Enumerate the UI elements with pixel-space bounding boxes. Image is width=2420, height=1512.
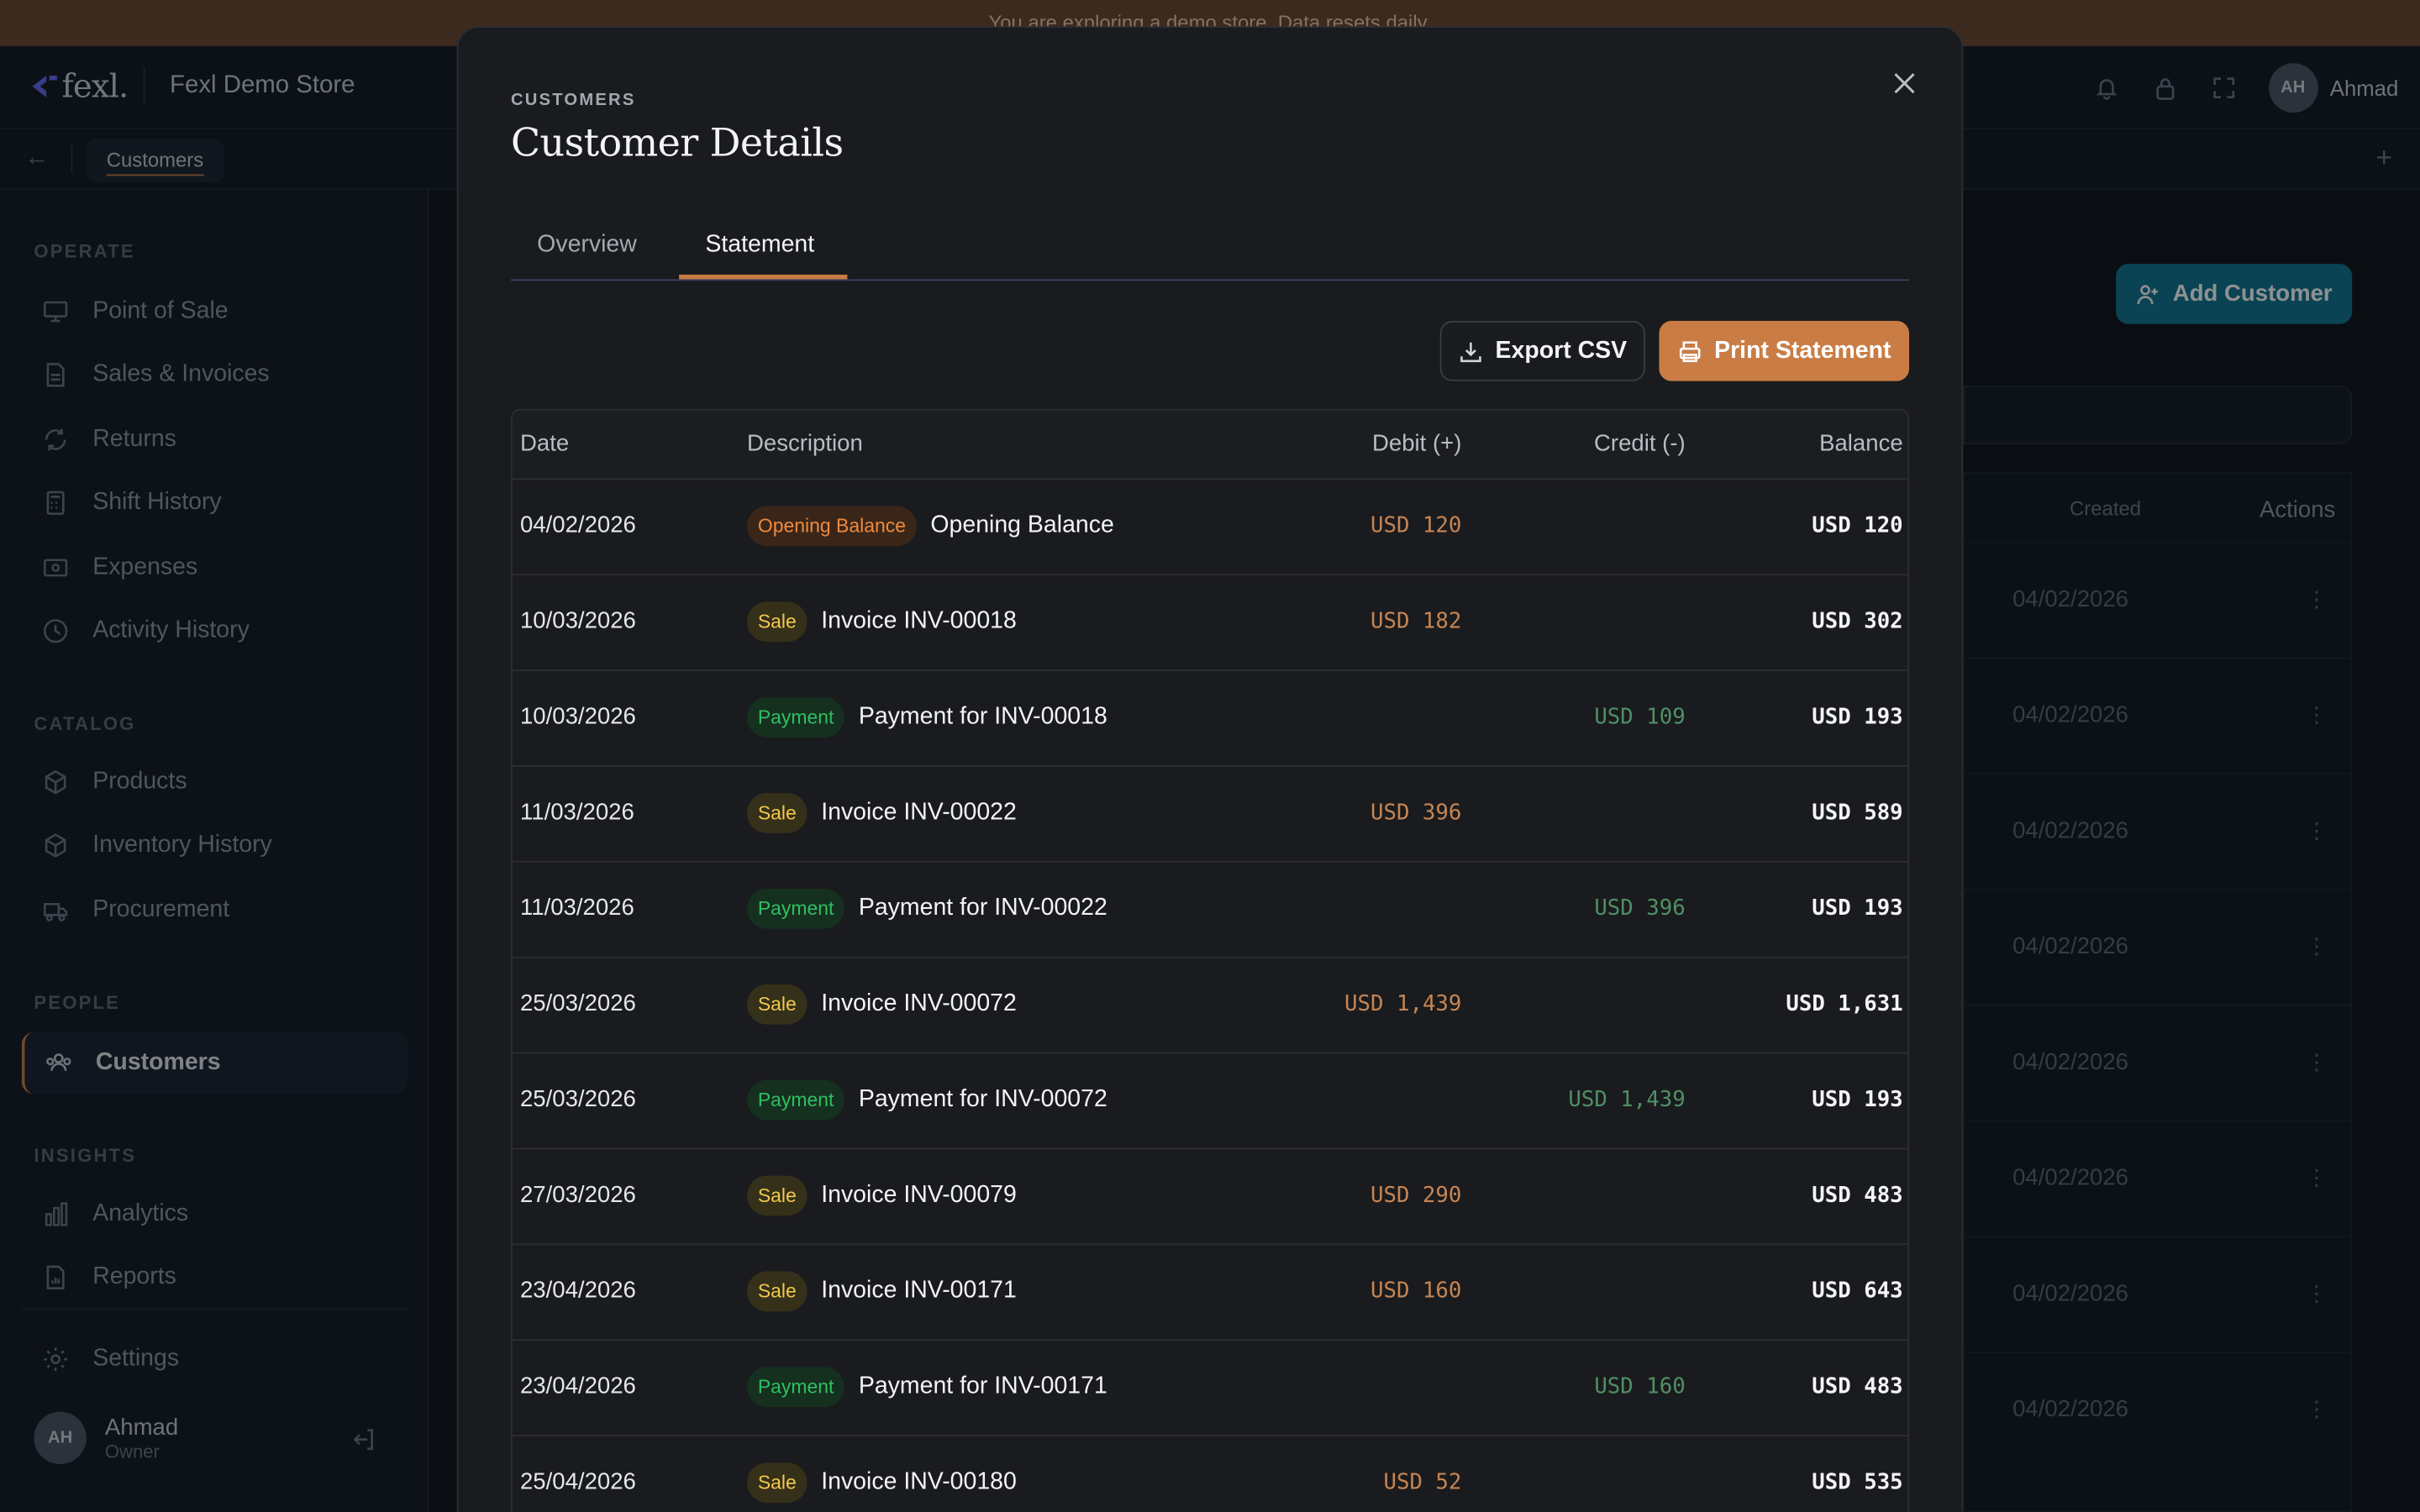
row-balance: USD 120 xyxy=(1812,513,1903,539)
row-debit: USD 160 xyxy=(1370,1278,1462,1305)
row-balance: USD 193 xyxy=(1812,896,1903,921)
column-header-balance: Balance xyxy=(1819,430,1903,457)
table-row[interactable]: 23/04/2026 Sale Invoice INV-00171 USD 160 US… xyxy=(512,1245,1908,1341)
description-text: Invoice INV-00079 xyxy=(821,1181,1017,1209)
type-badge: Sale xyxy=(746,984,808,1025)
row-date: 25/03/2026 xyxy=(519,1086,636,1113)
row-credit: USD 396 xyxy=(1594,896,1686,921)
type-badge: Sale xyxy=(746,601,808,643)
row-description: Payment Payment for INV-00171 xyxy=(746,1367,1107,1408)
type-badge: Sale xyxy=(746,793,808,833)
row-balance: USD 193 xyxy=(1812,1087,1903,1113)
row-date: 11/03/2026 xyxy=(519,799,634,826)
download-icon xyxy=(1460,341,1481,362)
type-badge: Payment xyxy=(746,888,845,929)
print-statement-button[interactable]: Print Statement xyxy=(1659,321,1910,381)
export-csv-button[interactable]: Export CSV xyxy=(1439,321,1645,381)
type-badge: Payment xyxy=(746,1079,845,1121)
row-description: Sale Invoice INV-00072 xyxy=(746,984,1017,1025)
description-text: Payment for INV-00171 xyxy=(858,1373,1107,1399)
row-description: Payment Payment for INV-00072 xyxy=(746,1079,1107,1121)
statement-table: Date Description Debit (+) Credit (-) Ba… xyxy=(510,408,1910,1512)
type-badge: Opening Balance xyxy=(746,506,917,547)
column-header-debit: Debit (+) xyxy=(1371,430,1462,457)
row-date: 04/02/2026 xyxy=(519,512,636,539)
column-header-credit: Credit (-) xyxy=(1594,430,1686,457)
row-balance: USD 193 xyxy=(1812,705,1903,730)
table-row[interactable]: 23/04/2026 Payment Payment for INV-00171 US… xyxy=(512,1341,1908,1437)
description-text: Invoice INV-00022 xyxy=(821,799,1017,826)
row-description: Sale Invoice INV-00022 xyxy=(746,793,1017,833)
description-text: Invoice INV-00171 xyxy=(821,1277,1017,1305)
row-balance: USD 643 xyxy=(1812,1278,1903,1305)
table-row[interactable]: 25/04/2026 Sale Invoice INV-00180 USD 52 USD… xyxy=(513,1436,1907,1512)
type-badge: Sale xyxy=(746,1462,808,1503)
description-text: Opening Balance xyxy=(930,512,1114,539)
table-header: Date Description Debit (+) Credit (-) Ba… xyxy=(512,410,1908,480)
printer-icon xyxy=(1679,340,1701,362)
row-date: 27/03/2026 xyxy=(519,1181,636,1209)
row-description: Sale Invoice INV-00018 xyxy=(746,601,1017,643)
description-text: Invoice INV-00018 xyxy=(821,607,1017,634)
tab-statement[interactable]: Statement xyxy=(705,232,814,260)
active-tab-indicator xyxy=(679,274,848,280)
modal-title: Customer Details xyxy=(510,120,844,165)
row-credit: USD 1,439 xyxy=(1568,1087,1686,1113)
type-badge: Payment xyxy=(746,697,845,738)
row-date: 10/03/2026 xyxy=(519,703,636,730)
description-text: Invoice INV-00180 xyxy=(821,1468,1017,1495)
column-header-date: Date xyxy=(519,430,570,457)
row-date: 11/03/2026 xyxy=(519,895,634,921)
print-statement-label: Print Statement xyxy=(1714,337,1891,364)
row-debit: USD 396 xyxy=(1370,801,1462,826)
row-balance: USD 1,631 xyxy=(1786,992,1903,1017)
row-description: Payment Payment for INV-00022 xyxy=(746,888,1107,929)
row-balance: USD 302 xyxy=(1812,609,1903,634)
row-description: Sale Invoice INV-00079 xyxy=(746,1175,1017,1216)
description-text: Payment for INV-00072 xyxy=(858,1086,1107,1113)
row-debit: USD 182 xyxy=(1370,609,1462,634)
row-balance: USD 483 xyxy=(1812,1374,1903,1399)
description-text: Payment for INV-00022 xyxy=(858,895,1107,921)
row-date: 25/04/2026 xyxy=(519,1468,636,1495)
modal-tabs: Overview Statement xyxy=(510,216,1910,281)
row-debit: USD 120 xyxy=(1370,513,1462,539)
description-text: Payment for INV-00018 xyxy=(858,703,1107,730)
tab-overview[interactable]: Overview xyxy=(537,232,637,260)
row-debit: USD 1,439 xyxy=(1344,992,1462,1017)
row-date: 10/03/2026 xyxy=(519,607,636,634)
table-row[interactable]: 04/02/2026 Opening Balance Opening Balance… xyxy=(512,480,1908,576)
column-header-description: Description xyxy=(746,430,863,457)
close-icon[interactable] xyxy=(1891,70,1922,101)
table-row[interactable]: 27/03/2026 Sale Invoice INV-00079 USD 290 US… xyxy=(512,1149,1908,1246)
description-text: Invoice INV-00072 xyxy=(821,990,1017,1017)
type-badge: Sale xyxy=(746,1271,808,1312)
row-credit: USD 160 xyxy=(1594,1374,1686,1399)
row-balance: USD 535 xyxy=(1812,1470,1903,1495)
table-row[interactable]: 11/03/2026 Payment Payment for INV-00022 US… xyxy=(512,863,1908,958)
row-balance: USD 589 xyxy=(1812,801,1903,826)
type-badge: Payment xyxy=(746,1367,845,1408)
table-row[interactable]: 10/03/2026 Payment Payment for INV-00018 US… xyxy=(512,671,1908,767)
table-row[interactable]: 25/03/2026 Sale Invoice INV-00072 USD 1,439… xyxy=(512,958,1908,1054)
row-date: 23/04/2026 xyxy=(519,1373,636,1399)
type-badge: Sale xyxy=(746,1175,808,1216)
row-description: Opening Balance Opening Balance xyxy=(746,506,1114,547)
row-date: 25/03/2026 xyxy=(519,990,636,1017)
row-date: 23/04/2026 xyxy=(519,1277,636,1305)
table-row[interactable]: 10/03/2026 Sale Invoice INV-00018 USD 182 US… xyxy=(512,575,1908,671)
row-balance: USD 483 xyxy=(1812,1183,1903,1209)
row-description: Payment Payment for INV-00018 xyxy=(746,697,1107,738)
row-debit: USD 52 xyxy=(1383,1470,1462,1495)
row-credit: USD 109 xyxy=(1594,705,1686,730)
row-description: Sale Invoice INV-00171 xyxy=(746,1271,1017,1312)
table-row[interactable]: 25/03/2026 Payment Payment for INV-00072 US… xyxy=(512,1053,1908,1150)
export-csv-label: Export CSV xyxy=(1495,337,1628,364)
modal-eyebrow: CUSTOMERS xyxy=(510,91,636,110)
table-row[interactable]: 11/03/2026 Sale Invoice INV-00022 USD 396 US… xyxy=(512,767,1908,863)
row-debit: USD 290 xyxy=(1370,1183,1462,1209)
row-description: Sale Invoice INV-00180 xyxy=(746,1462,1017,1503)
